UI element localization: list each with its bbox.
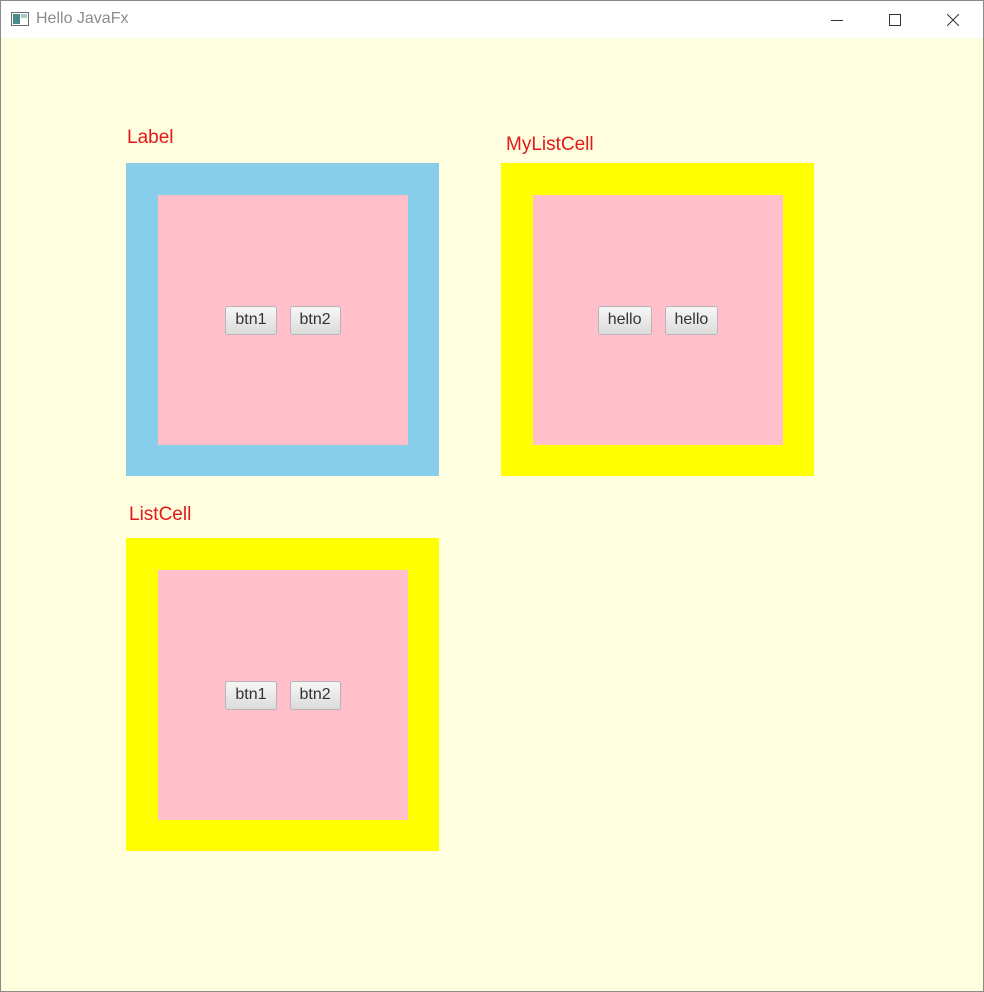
maximize-button[interactable] [866,1,924,38]
section-label-mylistcell: MyListCell [506,134,594,155]
close-icon [947,13,959,26]
btn2-button[interactable]: btn2 [289,680,341,710]
btn2-button[interactable]: btn2 [289,305,341,335]
section-label-label: Label [127,127,174,148]
section-label-listcell: ListCell [129,504,192,525]
window-title: Hello JavaFx [36,10,129,27]
hello-button-1[interactable]: hello [597,305,652,335]
label-content-pane: btn1 btn2 [158,195,408,445]
close-button[interactable] [924,1,982,38]
scene-root: Label btn1 btn2 MyListCell hello hello L… [1,38,983,991]
minimize-icon [831,14,843,26]
app-icon [11,11,29,27]
mylistcell-container: hello hello [501,163,814,476]
btn1-button[interactable]: btn1 [225,305,277,335]
app-window: Hello JavaFx Label btn1 btn2 MyListCell … [0,0,984,992]
title-bar[interactable]: Hello JavaFx [1,1,983,38]
btn1-button[interactable]: btn1 [225,680,277,710]
listcell-content-pane: btn1 btn2 [158,570,408,820]
hello-button-2[interactable]: hello [664,305,719,335]
label-container: btn1 btn2 [126,163,439,476]
mylistcell-content-pane: hello hello [533,195,783,445]
listcell-container: btn1 btn2 [126,538,439,851]
maximize-icon [889,13,901,26]
minimize-button[interactable] [808,1,866,38]
